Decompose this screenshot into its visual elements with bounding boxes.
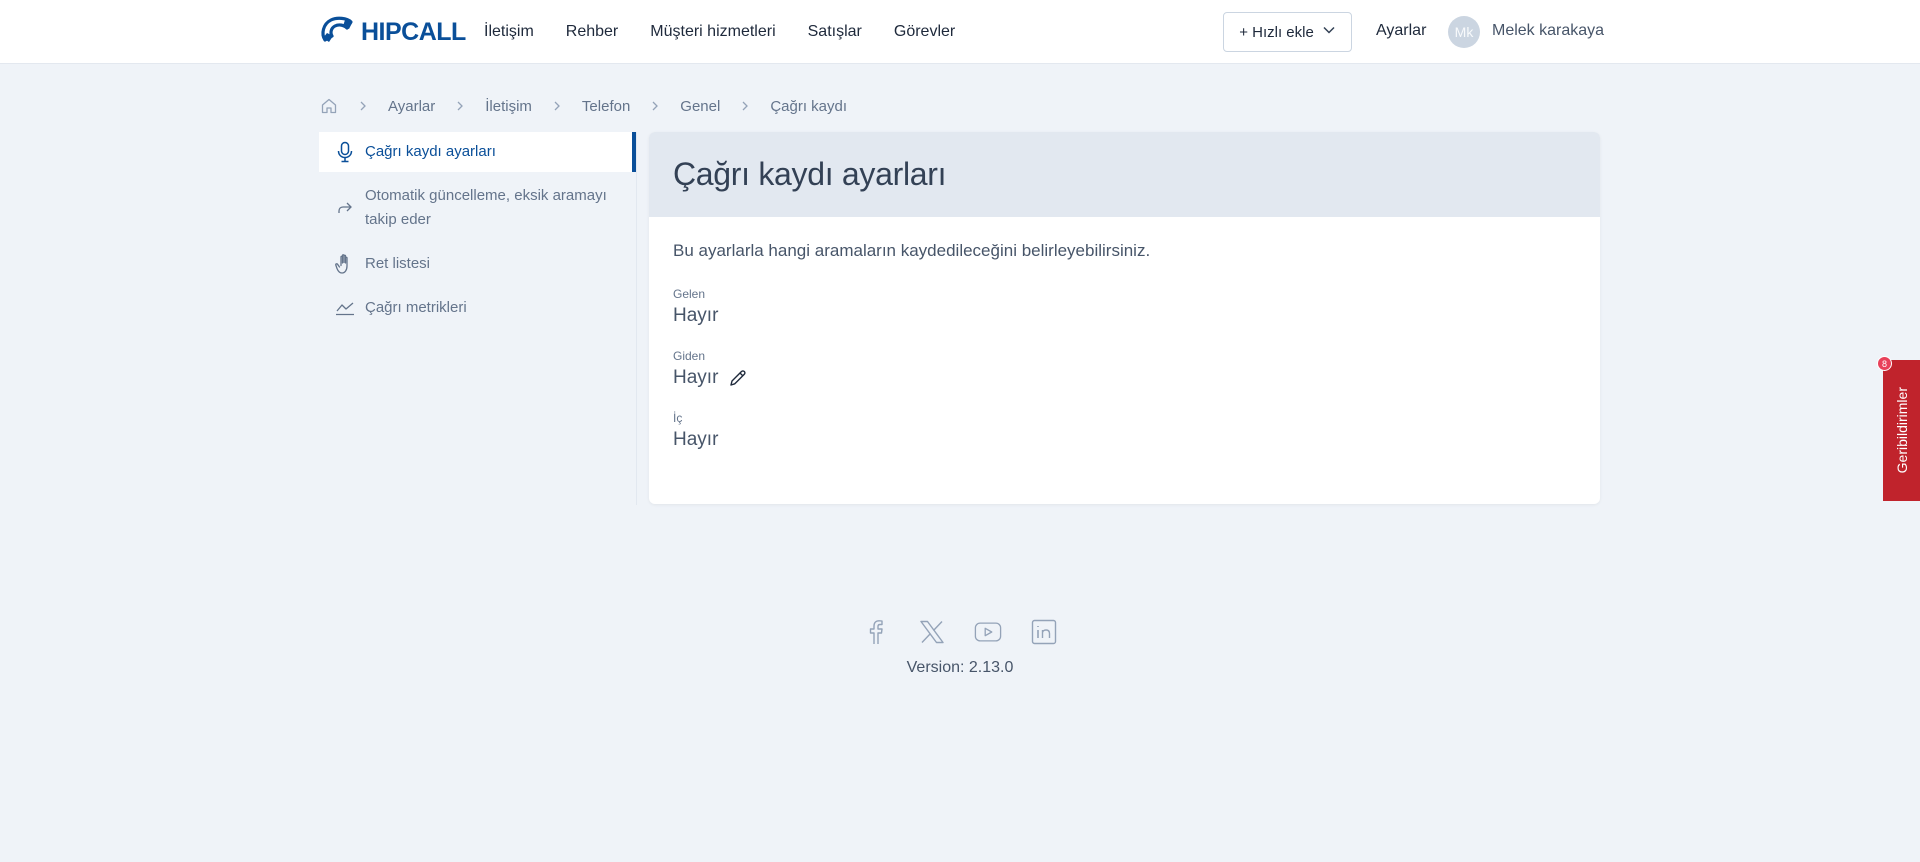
field-value: Hayır [673,429,1576,451]
field-value: Hayır [673,305,1576,327]
nav-satislar[interactable]: Satışlar [808,23,862,41]
hipcall-logo[interactable]: HIPCALL [319,16,466,49]
version-text: Version: 2.13.0 [906,659,1014,676]
username[interactable]: Melek karakaya [1492,22,1604,40]
settings-description: Bu ayarlarla hangi aramaların kaydedilec… [673,241,1151,260]
sidebar-item-cagri-metrikleri[interactable]: Çağrı metrikleri [319,286,636,330]
linkedin-icon[interactable] [1030,618,1058,646]
field-value: Hayır [673,367,1576,389]
breadcrumb-ayarlar[interactable]: Ayarlar [388,98,435,115]
pencil-edit-icon[interactable] [728,368,748,388]
social-links [862,618,1058,646]
nav-iletisim[interactable]: İletişim [484,23,534,41]
quick-add-button[interactable]: + Hızlı ekle [1223,12,1352,52]
quick-add-label: + Hızlı ekle [1239,23,1314,41]
field-ic: İç Hayır [673,411,1576,451]
chevron-right-icon [358,100,368,112]
breadcrumb-telefon[interactable]: Telefon [582,98,630,115]
top-header: HIPCALL İletişim Rehber Müşteri hizmetle… [0,0,1920,64]
feedback-tab[interactable]: Geribildirimler [1883,360,1920,501]
chevron-right-icon [455,100,465,112]
page-title: Çağrı kaydı ayarları [673,156,947,192]
field-value-text: Hayır [673,429,719,450]
feedback-label: Geribildirimler [1893,387,1910,474]
settings-sidebar: Çağrı kaydı ayarları Otomatik güncelleme… [319,132,637,505]
sidebar-item-cagri-kaydi-ayarlari[interactable]: Çağrı kaydı ayarları [319,132,636,172]
chart-line-icon [335,296,355,320]
breadcrumb-cagri-kaydi: Çağrı kaydı [770,97,848,115]
breadcrumb-iletisim[interactable]: İletişim [485,98,532,115]
nav-gorevler[interactable]: Görevler [894,23,955,41]
avatar[interactable]: Mk [1448,16,1480,48]
breadcrumb: Ayarlar İletişim Telefon Genel Çağrı kay… [320,96,847,116]
chevron-right-icon [552,100,562,112]
sidebar-item-label: Çağrı kaydı ayarları [365,143,496,160]
field-gelen: Gelen Hayır [673,287,1576,327]
field-value-text: Hayır [673,305,719,326]
sidebar-item-ret-listesi[interactable]: Ret listesi [319,242,636,286]
chevron-right-icon [740,100,750,112]
nav-rehber[interactable]: Rehber [566,23,618,41]
breadcrumb-genel[interactable]: Genel [680,98,720,115]
home-icon[interactable] [320,97,338,115]
facebook-icon[interactable] [862,618,890,646]
header-settings-link[interactable]: Ayarlar [1376,22,1426,40]
share-arrow-icon [335,184,355,232]
phone-logo-icon [319,16,355,49]
feedback-badge: 8 [1877,356,1892,371]
recording-settings-card: Çağrı kaydı ayarları Bu ayarlarla hangi … [649,132,1600,504]
card-body: Bu ayarlarla hangi aramaların kaydedilec… [649,217,1600,497]
card-header: Çağrı kaydı ayarları [649,132,1600,217]
chevron-down-icon [1322,23,1336,41]
field-label: İç [673,411,683,425]
x-icon[interactable] [918,618,946,646]
logo-text: HIPCALL [361,17,466,46]
nav-musteri-hizmetleri[interactable]: Müşteri hizmetleri [650,23,775,41]
field-value-text: Hayır [673,367,719,388]
microphone-icon [335,140,355,164]
field-giden: Giden Hayır [673,349,1576,389]
main-nav: İletişim Rehber Müşteri hizmetleri Satış… [484,0,955,64]
sidebar-item-otomatik-guncelleme[interactable]: Otomatik güncelleme, eksik aramayı takip… [319,172,636,242]
field-label: Giden [673,349,706,363]
sidebar-item-label: Çağrı metrikleri [365,299,467,316]
sidebar-item-label: Otomatik güncelleme, eksik aramayı takip… [365,187,607,228]
field-label: Gelen [673,287,706,301]
youtube-icon[interactable] [974,618,1002,646]
hand-icon [335,252,355,276]
sidebar-item-label: Ret listesi [365,255,431,272]
chevron-right-icon [650,100,660,112]
